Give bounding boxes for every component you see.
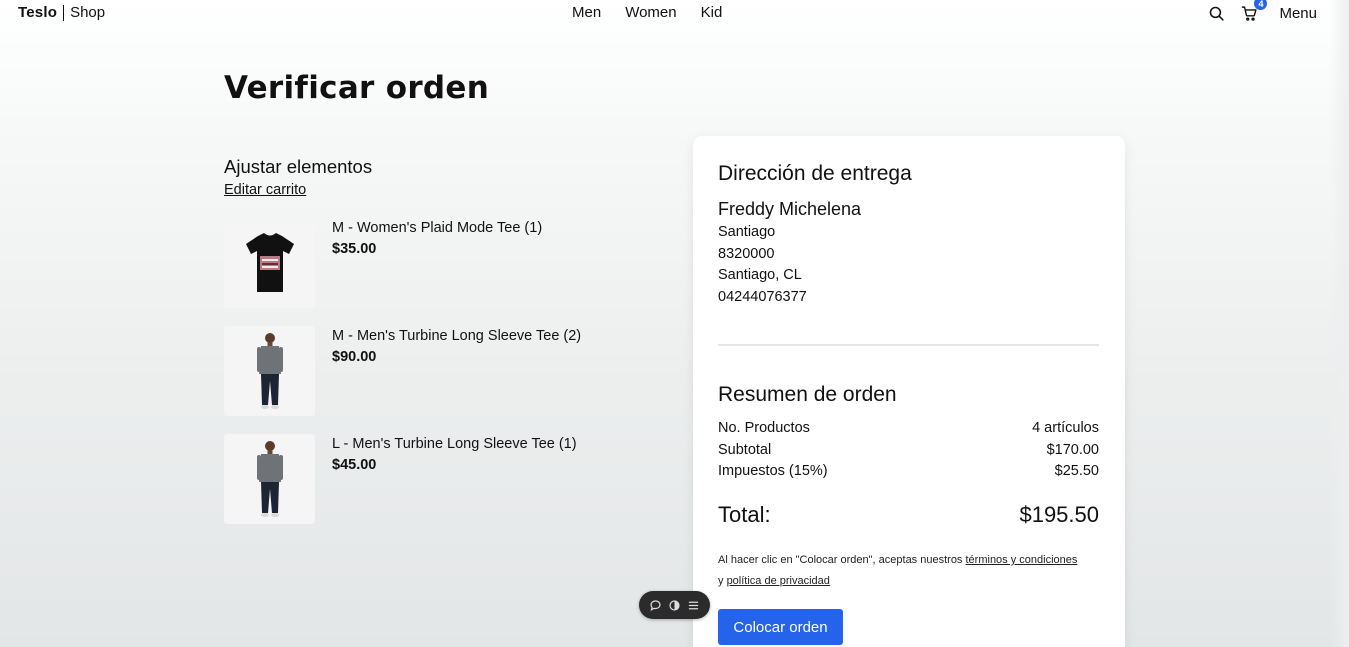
category-nav: Men Women Kid [560,4,734,21]
address-phone: 04244076377 [718,289,807,305]
summary-label: Impuestos (15%) [718,463,828,479]
item-details: M - Men's Turbine Long Sleeve Tee (2) $9… [332,326,581,416]
product-image-man-longsleeve[interactable] [224,326,315,416]
summary-label: Subtotal [718,442,772,458]
summary-label: No. Productos [718,420,810,436]
item-details: L - Men's Turbine Long Sleeve Tee (1) $4… [332,434,577,524]
item-price: $90.00 [332,349,377,365]
list-icon[interactable] [687,598,701,612]
place-order-button[interactable]: Colocar orden [718,609,843,645]
item-title: M - Men's Turbine Long Sleeve Tee (2) [332,328,582,344]
summary-value: $25.50 [1054,463,1099,479]
divider [718,344,1099,346]
logo[interactable]: Teslo Shop [18,4,105,21]
item-price: $45.00 [332,457,377,473]
privacy-policy-link[interactable]: política de privacidad [727,575,830,587]
total-label: Total: [718,502,771,527]
top-navbar: Teslo Shop Men Women Kid 4 Menu [0,0,1349,28]
total-value: $195.50 [1019,502,1099,527]
summary-value: 4 artículos [1032,420,1099,436]
terms-link[interactable]: términos y condiciones [966,554,1078,566]
cart-count-badge: 4 [1254,0,1268,10]
comment-icon[interactable] [649,598,663,612]
summary-row-taxes: Impuestos (15%) $25.50 [718,463,1099,479]
right-edge-shade [1329,0,1349,647]
product-image-black-tshirt[interactable] [224,218,315,308]
total-row: Total: $195.50 [718,502,1099,528]
edit-cart-link[interactable]: Editar carrito [224,182,306,198]
item-details: M - Women's Plaid Mode Tee (1) $35.00 [332,218,542,308]
list-item: M - Men's Turbine Long Sleeve Tee (2) $9… [224,326,664,416]
delivery-address-heading: Dirección de entrega [718,162,912,185]
item-title: L - Men's Turbine Long Sleeve Tee (1) [332,436,577,452]
logo-shop: Shop [70,4,106,21]
menu-button[interactable]: Menu [1279,5,1317,22]
list-item: L - Men's Turbine Long Sleeve Tee (1) $4… [224,434,664,524]
order-summary-card: Dirección de entrega Freddy Michelena Sa… [693,136,1125,647]
nav-link-women[interactable]: Women [613,4,688,21]
summary-value: $170.00 [1046,442,1099,458]
item-price: $35.00 [332,241,377,257]
terms-prefix: Al hacer clic en "Colocar orden", acepta… [718,554,963,566]
list-item: M - Women's Plaid Mode Tee (1) $35.00 [224,218,664,308]
recipient-name: Freddy Michelena [718,199,862,219]
toggle-icon[interactable] [668,598,682,612]
address-city-country: Santiago, CL [718,267,802,283]
adjust-items-heading: Ajustar elementos [224,156,373,177]
summary-row-products: No. Productos 4 artículos [718,420,1099,436]
nav-actions: 4 Menu [1206,0,1317,23]
terms-connector: y [718,575,724,587]
floating-toolbar [639,591,710,619]
product-image-man-longsleeve[interactable] [224,434,315,524]
cart-button[interactable]: 4 [1239,0,1268,23]
summary-row-subtotal: Subtotal $170.00 [718,442,1099,458]
nav-link-men[interactable]: Men [560,4,613,21]
page-title: Verificar orden [224,70,490,106]
item-title: M - Women's Plaid Mode Tee (1) [332,220,543,236]
cart-items-list: M - Women's Plaid Mode Tee (1) $35.00 M … [224,218,664,542]
nav-link-kid[interactable]: Kid [689,4,735,21]
logo-brand: Teslo [18,4,58,21]
order-summary-heading: Resumen de orden [718,383,897,406]
logo-divider [63,4,65,21]
address-postal-code: 8320000 [718,246,775,262]
search-icon[interactable] [1206,3,1226,23]
terms-notice: Al hacer clic en "Colocar orden", acepta… [718,550,1099,592]
address-city: Santiago [718,224,776,240]
